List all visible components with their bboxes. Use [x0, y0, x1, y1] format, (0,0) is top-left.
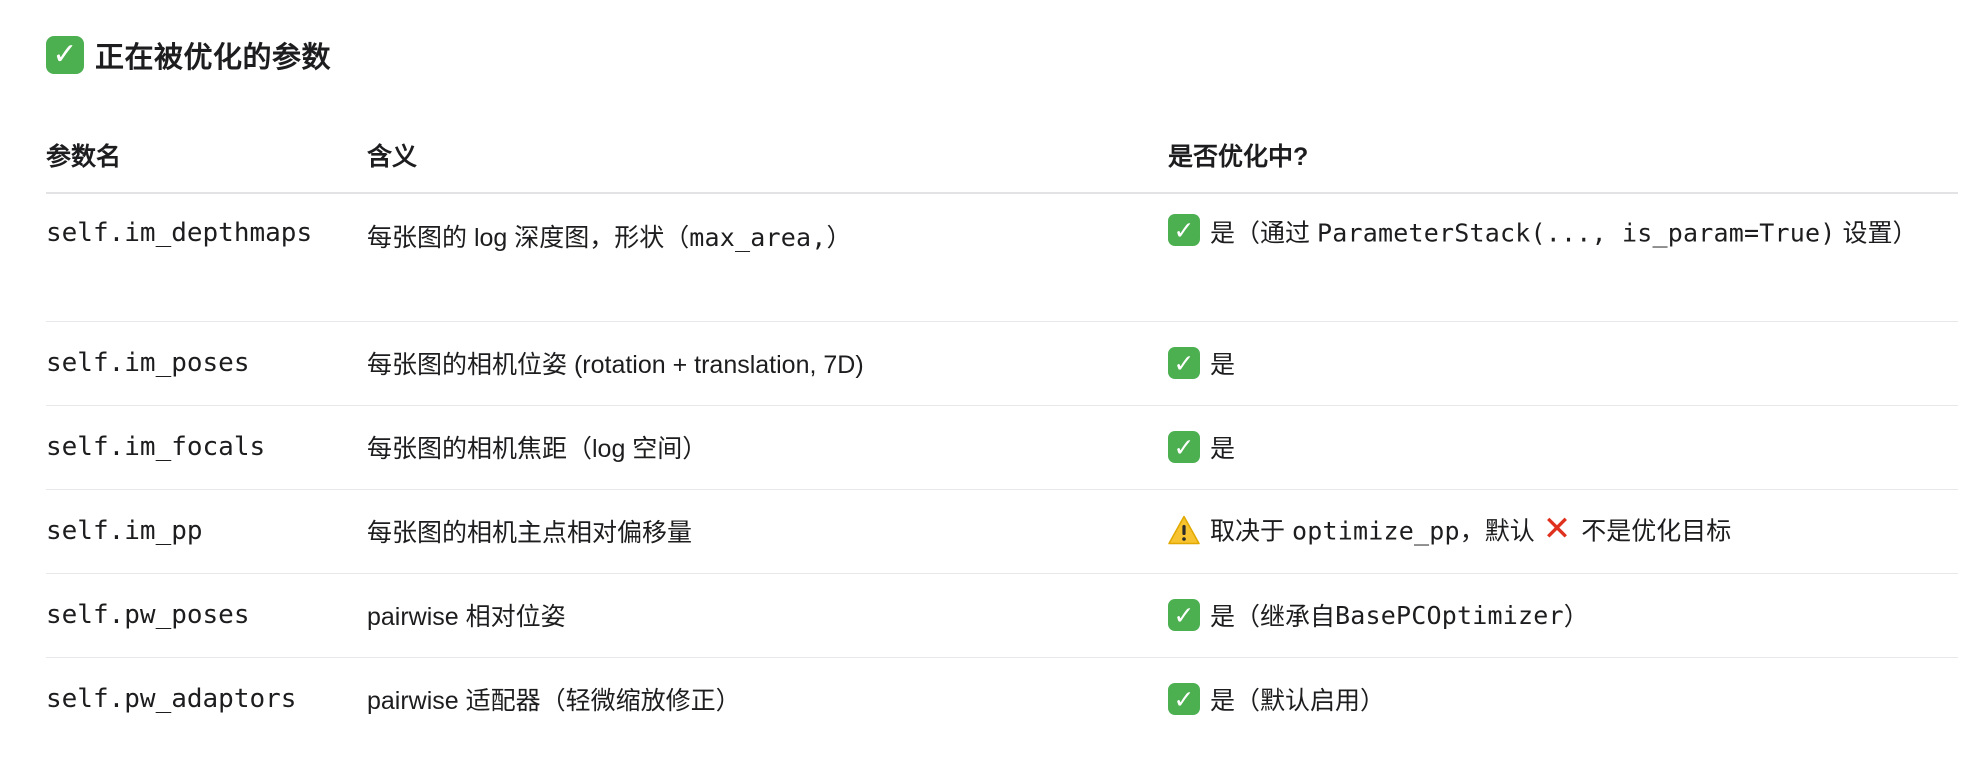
check-mark-button-icon: ✓ [1168, 214, 1200, 247]
param-name: self.im_focals [46, 432, 266, 462]
meaning-text: 每张图的相机焦距（log 空间） [367, 435, 708, 463]
section-title: 正在被优化的参数 [95, 42, 332, 74]
status-cell: ✓ 是（继承自 BasePCOptimizer） [1168, 573, 1958, 658]
status: ✓ 是（默认启用） [1168, 681, 1958, 717]
meaning-text: pairwise 适配器（轻微缩放修正） [367, 687, 741, 716]
parameters-table: 参数名 含义 是否优化中? self.im_depthmaps 每张图的 log… [46, 125, 1958, 741]
meaning-text: pairwise 相对位姿 [367, 603, 566, 631]
column-header-param-name: 参数名 [46, 125, 367, 194]
section-heading: ✓ 正在被优化的参数 [46, 30, 331, 80]
status: ✓ 是（继承自 BasePCOptimizer） [1168, 597, 1958, 633]
meaning-text: 每张图的相机主点相对偏移量 [367, 519, 693, 547]
param-name-cell: self.pw_poses [46, 573, 367, 658]
meaning-text: 每张图的相机位姿 (rotation + translation, 7D) [367, 351, 864, 379]
param-name-cell: self.im_pp [46, 489, 367, 574]
status-text-suffix: 不是优化目标 [1581, 517, 1732, 546]
check-mark-button-icon: ✓ [1168, 347, 1200, 379]
param-name: self.im_pp [46, 516, 203, 546]
param-name-cell: self.im_focals [46, 405, 367, 490]
meaning-cell: 每张图的相机主点相对偏移量 [367, 489, 1168, 574]
param-name: self.im_poses [46, 348, 250, 378]
meaning-code: max_area, [689, 223, 827, 252]
meaning-text-suffix: ） [826, 224, 852, 252]
status-text: 是（通过 [1210, 219, 1317, 248]
column-header-optimized: 是否优化中? [1168, 125, 1958, 194]
status-text-suffix: ） [1563, 603, 1589, 631]
check-mark-button-icon: ✓ [1168, 431, 1200, 463]
page: ✓ 正在被优化的参数 参数名 含义 是否优化中? self.im_depthma… [0, 0, 1962, 784]
param-name: self.pw_poses [46, 600, 250, 630]
status-text: 是 [1210, 435, 1236, 463]
meaning-cell: pairwise 相对位姿 [367, 573, 1168, 658]
status-cell: ✓ 是（通过 ParameterStack(..., is_param=True)… [1168, 193, 1958, 322]
column-header-meaning: 含义 [367, 125, 1168, 194]
status-cell: ✓ 是（默认启用） [1168, 657, 1958, 741]
status-text-suffix: 设置） [1835, 219, 1918, 248]
status-text: 是（继承自 [1210, 603, 1336, 631]
table-row: self.pw_poses pairwise 相对位姿 ✓ 是（继承自 BaseP… [46, 573, 1958, 658]
table-row: self.im_poses 每张图的相机位姿 (rotation + trans… [46, 321, 1958, 406]
table-row: self.im_focals 每张图的相机焦距（log 空间） ✓ 是 [46, 405, 1958, 490]
table-row: self.im_pp 每张图的相机主点相对偏移量 取决于 optimize_pp… [46, 489, 1958, 574]
status: 取决于 optimize_pp，默认 ✕ 不是优化目标 [1168, 509, 1958, 552]
param-name: self.im_depthmaps [46, 218, 313, 248]
param-name: self.pw_adaptors [46, 684, 297, 715]
check-mark-button-icon: ✓ [1168, 599, 1200, 631]
status: ✓ 是 [1168, 345, 1958, 381]
check-mark-button-icon: ✓ [1168, 683, 1200, 716]
table-row: self.im_depthmaps 每张图的 log 深度图，形状（max_ar… [46, 193, 1958, 322]
status-text-mid: ，默认 [1459, 517, 1535, 546]
status-cell: ✓ 是 [1168, 321, 1958, 406]
status-code: optimize_pp [1291, 516, 1460, 546]
status-code: ParameterStack(..., is_param=True) [1316, 218, 1836, 248]
status-text: 取决于 [1210, 517, 1292, 546]
cross-mark-icon: ✕ [1542, 508, 1572, 549]
check-mark-button-icon: ✓ [46, 36, 84, 74]
warning-icon [1168, 515, 1200, 544]
status: ✓ 是（通过 ParameterStack(..., is_param=True)… [1168, 211, 1958, 254]
meaning-text: 每张图的 log 深度图，形状（ [367, 224, 690, 252]
status-cell: 取决于 optimize_pp，默认 ✕ 不是优化目标 [1168, 489, 1958, 574]
status-text: 是 [1210, 351, 1236, 379]
status: ✓ 是 [1168, 429, 1958, 465]
param-name-cell: self.im_depthmaps [46, 193, 367, 322]
meaning-cell: pairwise 适配器（轻微缩放修正） [367, 657, 1168, 741]
table-row: self.pw_adaptors pairwise 适配器（轻微缩放修正） ✓ 是… [46, 657, 1958, 741]
meaning-cell: 每张图的相机位姿 (rotation + translation, 7D) [367, 321, 1168, 406]
status-cell: ✓ 是 [1168, 405, 1958, 490]
table-header-row: 参数名 含义 是否优化中? [46, 125, 1958, 194]
status-code: BasePCOptimizer [1335, 600, 1564, 630]
status-text: 是（默认启用） [1210, 687, 1386, 716]
param-name-cell: self.pw_adaptors [46, 657, 367, 741]
param-name-cell: self.im_poses [46, 321, 367, 406]
meaning-cell: 每张图的 log 深度图，形状（max_area,） [367, 193, 1168, 322]
meaning-cell: 每张图的相机焦距（log 空间） [367, 405, 1168, 490]
